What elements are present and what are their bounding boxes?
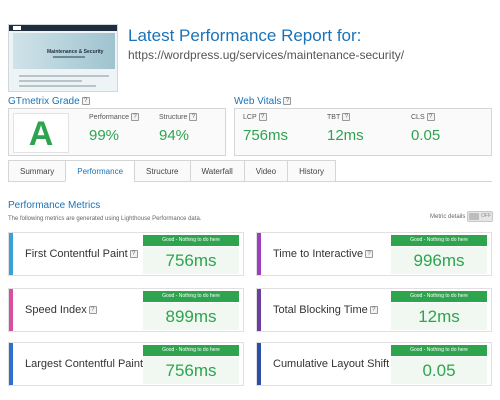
cls-value: 0.05: [411, 127, 441, 144]
card-value: 12ms: [391, 303, 487, 330]
lcp-metric: LCP? 756ms: [243, 113, 288, 144]
card-value: 0.05: [391, 357, 487, 384]
tbt-metric: TBT? 12ms: [327, 113, 364, 144]
cls-metric: CLS? 0.05: [411, 113, 440, 144]
tbt-label: TBT: [327, 113, 341, 121]
card-label-text: Cumulative Layout Shift: [273, 358, 390, 370]
card-label-text: Largest Contentful Paint: [25, 358, 144, 370]
card-accent-bar: [9, 343, 13, 385]
report-tabs: Summary Performance Structure Waterfall …: [8, 160, 336, 182]
thumbnail-subline: [53, 56, 85, 58]
card-label-text: Total Blocking Time: [273, 304, 368, 316]
performance-value: 99%: [89, 127, 120, 144]
metric-card-cls: Cumulative Layout Shift? Good - Nothing …: [256, 342, 492, 386]
card-label: Speed Index?: [25, 304, 97, 316]
metric-card-tti: Time to Interactive? Good - Nothing to d…: [256, 232, 492, 276]
card-accent-bar: [257, 289, 261, 331]
card-accent-bar: [257, 233, 261, 275]
performance-metrics-title: Performance Metrics: [8, 200, 101, 211]
status-badge: Good - Nothing to do here: [391, 235, 487, 246]
status-badge: Good - Nothing to do here: [391, 345, 487, 356]
card-accent-bar: [9, 289, 13, 331]
gtmetrix-grade-text: GTmetrix Grade: [8, 96, 80, 107]
help-icon[interactable]: ?: [88, 306, 97, 315]
thumbnail-title: Maintenance & Security: [47, 49, 104, 55]
tab-waterfall[interactable]: Waterfall: [189, 160, 244, 182]
grade-badge: A: [13, 113, 69, 153]
structure-label: Structure: [159, 113, 188, 121]
metric-card-speed-index: Speed Index? Good - Nothing to do here 8…: [8, 288, 244, 332]
web-vitals-label: Web Vitals?: [234, 96, 292, 107]
thumbnail-topbar: [9, 25, 117, 31]
help-icon[interactable]: ?: [189, 113, 198, 121]
card-value: 996ms: [391, 247, 487, 274]
lcp-value: 756ms: [243, 127, 289, 144]
status-badge: Good - Nothing to do here: [143, 291, 239, 302]
help-icon[interactable]: ?: [131, 113, 140, 121]
structure-score: Structure? 94%: [159, 113, 198, 144]
tbt-value: 12ms: [327, 127, 364, 144]
card-label: Largest Contentful Paint?: [25, 358, 154, 370]
help-icon[interactable]: ?: [426, 113, 435, 121]
help-icon[interactable]: ?: [81, 97, 90, 106]
help-icon[interactable]: ?: [342, 113, 351, 121]
toggle-state: OFF: [481, 213, 491, 219]
card-value: 899ms: [143, 303, 239, 330]
thumbnail-logo: [13, 26, 21, 30]
tab-structure[interactable]: Structure: [134, 160, 190, 182]
tab-summary[interactable]: Summary: [8, 160, 66, 182]
help-icon[interactable]: ?: [258, 113, 267, 121]
card-label-text: First Contentful Paint: [25, 248, 128, 260]
cls-label: CLS: [411, 113, 425, 121]
tab-performance[interactable]: Performance: [65, 160, 135, 182]
card-label: Cumulative Layout Shift?: [273, 358, 400, 370]
gtmetrix-grade-panel: A Performance? 99% Structure? 94%: [8, 108, 226, 156]
web-vitals-panel: LCP? 756ms TBT? 12ms CLS? 0.05: [234, 108, 492, 156]
card-accent-bar: [9, 233, 13, 275]
structure-value: 94%: [159, 127, 190, 144]
status-badge: Good - Nothing to do here: [391, 291, 487, 302]
performance-label: Performance: [89, 113, 130, 121]
lcp-label: LCP: [243, 113, 257, 121]
thumbnail-hero: Maintenance & Security: [13, 33, 115, 69]
tab-video[interactable]: Video: [243, 160, 288, 182]
help-icon[interactable]: ?: [369, 306, 378, 315]
report-title: Latest Performance Report for:: [128, 26, 362, 45]
report-url[interactable]: https://wordpress.ug/services/maintenanc…: [128, 48, 404, 62]
metric-card-fcp: First Contentful Paint? Good - Nothing t…: [8, 232, 244, 276]
metric-card-tbt: Total Blocking Time? Good - Nothing to d…: [256, 288, 492, 332]
card-label-text: Speed Index: [25, 304, 87, 316]
site-thumbnail[interactable]: Maintenance & Security: [8, 24, 118, 92]
metric-details-toggle[interactable]: OFF: [467, 211, 493, 222]
gtmetrix-grade-label: GTmetrix Grade?: [8, 96, 90, 107]
card-label: Time to Interactive?: [273, 248, 374, 260]
metric-details-label: Metric details: [430, 214, 466, 220]
card-label: First Contentful Paint?: [25, 248, 138, 260]
card-value: 756ms: [143, 247, 239, 274]
performance-score: Performance? 99%: [89, 113, 140, 144]
help-icon[interactable]: ?: [283, 97, 292, 106]
tab-history[interactable]: History: [287, 160, 336, 182]
status-badge: Good - Nothing to do here: [143, 235, 239, 246]
card-value: 756ms: [143, 357, 239, 384]
web-vitals-text: Web Vitals: [234, 96, 282, 107]
status-badge: Good - Nothing to do here: [143, 345, 239, 356]
performance-metrics-description: The following metrics are generated usin…: [8, 216, 202, 222]
toggle-knob: [469, 213, 479, 220]
help-icon[interactable]: ?: [129, 250, 138, 259]
help-icon[interactable]: ?: [365, 250, 374, 259]
thumbnail-text-lines: [19, 75, 109, 90]
card-accent-bar: [257, 343, 261, 385]
card-label-text: Time to Interactive: [273, 248, 364, 260]
metric-card-lcp: Largest Contentful Paint? Good - Nothing…: [8, 342, 244, 386]
card-label: Total Blocking Time?: [273, 304, 378, 316]
